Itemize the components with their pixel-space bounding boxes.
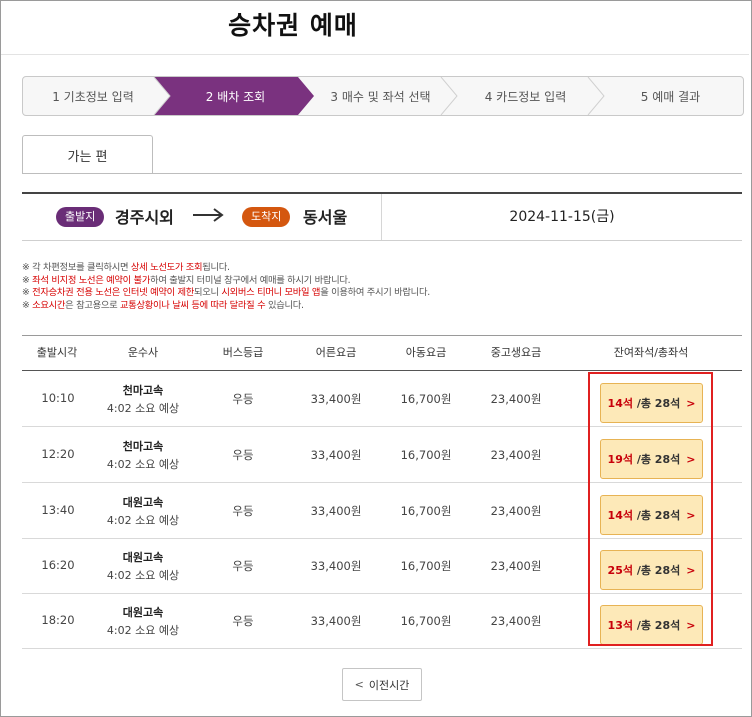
notice-item: ※ 각 차편정보를 클릭하시면 상세 노선도가 조회됩니다. xyxy=(22,262,230,273)
departure-time: 12:20 xyxy=(41,447,75,461)
adult-fare: 33,400원 xyxy=(310,448,362,462)
company-cell: 대원고속 4:02 소요 예상 xyxy=(107,549,179,583)
route-summary: 출발지 경주시외 도착지 동서울 2024-11-15(금) xyxy=(22,192,742,241)
step-3: 3 매수 및 좌석 선택 xyxy=(308,77,453,115)
adult-fare: 33,400원 xyxy=(310,504,362,518)
divider xyxy=(1,54,749,55)
departure-city: 경주시외 xyxy=(115,208,174,227)
departure-badge: 출발지 xyxy=(56,207,105,227)
child-fare: 16,700원 xyxy=(400,504,452,518)
company-cell: 천마고속 4:02 소요 예상 xyxy=(107,438,179,472)
step-label: 3 매수 및 좌석 선택 xyxy=(330,89,431,104)
company-name: 대원고속 xyxy=(122,496,164,509)
header-company: 운수사 xyxy=(127,346,159,359)
bus-grade: 우등 xyxy=(232,614,254,628)
step-progress-bar: 1 기초정보 입력 2 배차 조회 3 매수 및 좌석 선택 4 카드정보 입력… xyxy=(22,76,744,116)
header-student-fare: 중고생요금 xyxy=(490,346,542,359)
header-child-fare: 아동요금 xyxy=(405,346,447,359)
bus-grade: 우등 xyxy=(232,504,254,518)
page-title: 승차권 예매 xyxy=(228,11,358,40)
step-label: 2 배차 조회 xyxy=(205,89,266,104)
notice-item: ※ 소요시간은 참고용으로 교통상황이나 날씨 등에 따라 달라질 수 있습니다… xyxy=(22,299,304,311)
adult-fare: 33,400원 xyxy=(310,559,362,573)
table-header: 출발시각 운수사 버스등급 어른요금 아동요금 중고생요금 잔여좌석/총좌석 xyxy=(22,335,742,371)
child-fare: 16,700원 xyxy=(400,559,452,573)
child-fare: 16,700원 xyxy=(400,392,452,406)
notice-list: ※ 각 차편정보를 클릭하시면 상세 노선도가 조회됩니다. ※ 좌석 비지정 … xyxy=(22,262,430,312)
step-label: 4 카드정보 입력 xyxy=(484,89,567,104)
chevron-left-icon: < xyxy=(354,678,364,691)
duration: 4:02 소요 예상 xyxy=(106,458,180,471)
student-fare: 23,400원 xyxy=(490,559,542,573)
tab-label: 가는 편 xyxy=(67,149,108,165)
arrival-city: 동서울 xyxy=(303,208,348,227)
bus-grade: 우등 xyxy=(232,559,254,573)
company-cell: 천마고속 4:02 소요 예상 xyxy=(107,382,179,416)
company-cell: 대원고속 4:02 소요 예상 xyxy=(107,494,179,528)
header-adult-fare: 어른요금 xyxy=(315,346,357,359)
student-fare: 23,400원 xyxy=(490,448,542,462)
company-name: 천마고속 xyxy=(122,384,164,397)
step-label: 5 예매 결과 xyxy=(640,89,701,104)
bus-grade: 우등 xyxy=(232,448,254,462)
header-seats: 잔여좌석/총좌석 xyxy=(613,346,689,359)
step-2-active: 2 배차 조회 xyxy=(163,77,308,115)
notice-item: ※ 전자승차권 전용 노선은 인터넷 예약이 제한되오니 시외버스 티머니 모바… xyxy=(22,287,430,298)
duration: 4:02 소요 예상 xyxy=(106,569,180,582)
student-fare: 23,400원 xyxy=(490,504,542,518)
student-fare: 23,400원 xyxy=(490,392,542,406)
header-grade: 버스등급 xyxy=(222,346,264,359)
departure-date: 2024-11-15(금) xyxy=(509,209,615,225)
duration: 4:02 소요 예상 xyxy=(106,514,180,527)
student-fare: 23,400원 xyxy=(490,614,542,628)
previous-time-label: 이전시간 xyxy=(368,678,410,692)
previous-time-button[interactable]: < 이전시간 xyxy=(342,668,422,701)
bus-grade: 우등 xyxy=(232,392,254,406)
departure-time: 16:20 xyxy=(41,558,75,572)
company-name: 대원고속 xyxy=(122,606,164,619)
departure-time: 10:10 xyxy=(41,391,75,405)
company-name: 대원고속 xyxy=(122,551,164,564)
adult-fare: 33,400원 xyxy=(310,614,362,628)
arrival-badge: 도착지 xyxy=(242,207,291,227)
company-name: 천마고속 xyxy=(122,440,164,453)
company-cell: 대원고속 4:02 소요 예상 xyxy=(107,604,179,638)
duration: 4:02 소요 예상 xyxy=(106,624,180,637)
highlight-box xyxy=(588,372,713,646)
arrow-right-icon xyxy=(193,208,224,222)
tab-outbound[interactable]: 가는 편 xyxy=(22,135,153,174)
departure-time: 18:20 xyxy=(41,613,75,627)
notice-item: ※ 좌석 비지정 노선은 예약이 불가하여 출발지 터미널 창구에서 예매를 하… xyxy=(22,274,351,286)
step-label: 1 기초정보 입력 xyxy=(52,89,134,104)
step-4: 4 카드정보 입력 xyxy=(453,77,598,115)
departure-time: 13:40 xyxy=(41,503,75,517)
tab-underline xyxy=(22,173,742,174)
step-5: 5 예매 결과 xyxy=(598,77,743,115)
child-fare: 16,700원 xyxy=(400,614,452,628)
duration: 4:02 소요 예상 xyxy=(106,402,180,415)
child-fare: 16,700원 xyxy=(400,448,452,462)
header-departure-time: 출발시각 xyxy=(36,346,78,359)
adult-fare: 33,400원 xyxy=(310,392,362,406)
step-1: 1 기초정보 입력 xyxy=(23,77,163,115)
